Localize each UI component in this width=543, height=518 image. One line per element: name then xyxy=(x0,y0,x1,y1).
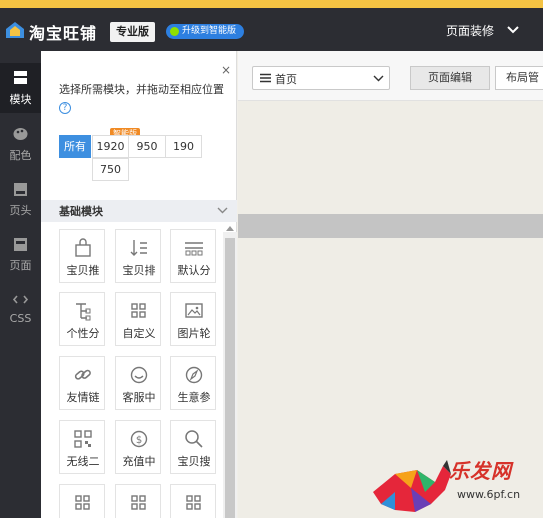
watermark-text: 乐发网 xyxy=(449,459,512,483)
filter-all[interactable]: 所有 xyxy=(59,135,91,158)
module-item[interactable]: 默认分 xyxy=(170,229,216,283)
rail-item-modules[interactable]: 模块 xyxy=(0,63,41,113)
module-label: 无线二 xyxy=(66,455,100,468)
left-rail: 模块 配色 页头 页面 CSS xyxy=(0,51,41,518)
top-bar: 淘宝旺铺 专业版 升级到智能版 页面装修 xyxy=(0,8,543,51)
help-icon[interactable]: ? xyxy=(59,102,71,114)
tab-layout-manage[interactable]: 布局管 xyxy=(495,66,543,90)
rail-item-css[interactable]: CSS xyxy=(0,286,41,336)
module-item[interactable]: 宝贝推 xyxy=(59,229,105,283)
link-icon xyxy=(74,369,91,380)
compass-icon xyxy=(185,366,203,384)
panel-hint-text: 选择所需模块，并拖动至相应位置 xyxy=(59,83,224,96)
module-item[interactable]: 图片轮 xyxy=(170,292,216,346)
filter-1920[interactable]: 1920 xyxy=(92,135,129,158)
module-label: 自定义 xyxy=(122,327,156,340)
module-item[interactable]: 友情链 xyxy=(59,356,105,410)
bag-icon xyxy=(75,238,91,257)
module-label: 默认分 xyxy=(177,264,211,277)
grid-icon xyxy=(14,71,27,84)
page-select-value: 首页 xyxy=(275,73,297,86)
module-label: 图片轮 xyxy=(177,327,211,340)
module-item[interactable]: 个性分 xyxy=(59,292,105,346)
store-logo-icon xyxy=(6,22,24,38)
qrcode-icon xyxy=(74,430,92,448)
module-label: 个性分 xyxy=(66,327,100,340)
module-label: 宝贝排 xyxy=(122,264,156,277)
rail-label: 页面 xyxy=(9,259,32,272)
edition-badge: 专业版 xyxy=(110,22,155,42)
tree-icon xyxy=(76,303,91,321)
dollar-icon: $ xyxy=(130,430,148,448)
module-item[interactable]: 客服中 xyxy=(115,356,161,410)
module-item[interactable]: $ 充值中 xyxy=(115,420,161,474)
module-item[interactable]: 自定义 xyxy=(115,292,161,346)
module-item[interactable]: 无线二 xyxy=(59,420,105,474)
custom-grid-icon xyxy=(131,495,146,510)
module-item[interactable]: 宝贝排 xyxy=(115,229,161,283)
scrollbar-thumb[interactable] xyxy=(225,238,235,518)
page-icon xyxy=(14,238,27,251)
custom-grid-icon xyxy=(75,495,90,510)
chevron-down-icon[interactable] xyxy=(507,25,519,35)
rail-label: 配色 xyxy=(9,149,32,162)
page-decorate-menu[interactable]: 页面装修 xyxy=(446,22,494,39)
module-label: 充值中 xyxy=(122,455,156,468)
panel-hint: 选择所需模块，并拖动至相应位置 ? xyxy=(59,81,234,117)
app-title: 淘宝旺铺 xyxy=(29,24,98,43)
custom-grid-icon xyxy=(186,495,201,510)
page-select[interactable]: 首页 xyxy=(252,66,390,90)
sort-icon xyxy=(130,240,147,256)
module-label: 友情链 xyxy=(66,391,100,404)
watermark-url: www.6pf.cn xyxy=(457,488,521,501)
module-item[interactable]: 宝贝搜 xyxy=(170,420,216,474)
scroll-up-icon[interactable] xyxy=(226,226,234,231)
upgrade-label: 升级到智能版 xyxy=(182,26,237,36)
rail-item-header[interactable]: 页头 xyxy=(0,176,41,226)
module-label: 客服中 xyxy=(122,391,156,404)
module-item[interactable]: 生意参 xyxy=(170,356,216,410)
code-icon xyxy=(12,295,29,304)
upgrade-dot-icon xyxy=(170,27,179,36)
chevron-down-icon xyxy=(373,75,384,82)
rail-label: 模块 xyxy=(9,93,32,106)
svg-text:$: $ xyxy=(136,435,142,446)
module-item[interactable] xyxy=(170,484,216,518)
rail-label: CSS xyxy=(9,312,32,325)
service-icon xyxy=(130,366,148,384)
filter-950[interactable]: 950 xyxy=(128,135,166,158)
module-item[interactable] xyxy=(115,484,161,518)
module-item[interactable] xyxy=(59,484,105,518)
basic-modules-header[interactable]: 基础模块 xyxy=(41,200,237,222)
rail-label: 页头 xyxy=(9,204,32,217)
module-label: 宝贝推 xyxy=(66,264,100,277)
module-panel: × 选择所需模块，并拖动至相应位置 ? 智能版 所有 1920 950 190 … xyxy=(41,51,237,518)
filter-750[interactable]: 750 xyxy=(92,158,129,181)
module-label: 生意参 xyxy=(177,391,211,404)
upgrade-button[interactable]: 升级到智能版 xyxy=(166,24,245,39)
main-toolbar: 首页 页面编辑 布局管 xyxy=(238,51,543,101)
category-icon xyxy=(185,242,203,256)
tab-page-edit[interactable]: 页面编辑 xyxy=(410,66,490,90)
header-icon xyxy=(14,183,27,196)
rail-item-colors[interactable]: 配色 xyxy=(0,121,41,171)
palette-icon xyxy=(13,128,28,140)
rail-item-page[interactable]: 页面 xyxy=(0,231,41,281)
chevron-down-icon xyxy=(217,207,228,214)
filter-190[interactable]: 190 xyxy=(165,135,202,158)
image-carousel-icon xyxy=(185,303,203,318)
search-icon xyxy=(185,430,203,448)
close-icon[interactable]: × xyxy=(221,63,231,77)
menu-icon xyxy=(260,73,271,83)
top-accent-stripe xyxy=(0,0,543,8)
custom-grid-icon xyxy=(131,303,146,318)
module-label: 宝贝搜 xyxy=(177,455,211,468)
canvas-section-band xyxy=(238,214,543,238)
section-title: 基础模块 xyxy=(59,205,103,218)
